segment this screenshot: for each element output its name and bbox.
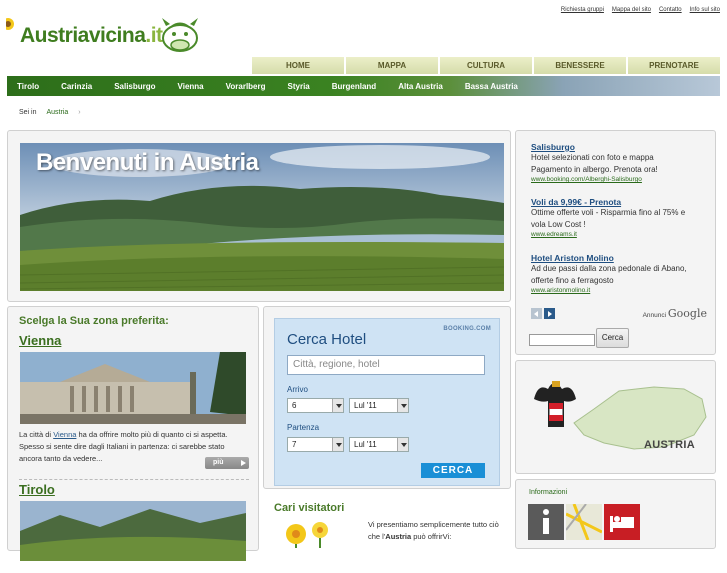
top-links: Richiesta gruppi Mappa del sito Contatto… [561, 7, 720, 13]
hotel-bed-icon[interactable] [604, 504, 640, 540]
zone-divider [19, 479, 249, 480]
hotel-search-title: Cerca Hotel [287, 331, 367, 348]
vienna-more-button[interactable]: più [205, 457, 249, 469]
flower-icon [286, 522, 328, 548]
chevron-left-icon[interactable] [531, 308, 542, 319]
zones-panel: Scelga la Sua zona preferita: Vienna La … [7, 306, 259, 561]
region-bassa-austria[interactable]: Bassa Austria [465, 82, 518, 91]
chevron-right-icon[interactable] [544, 308, 555, 319]
vienna-link[interactable]: Vienna [53, 430, 76, 439]
breadcrumb-separator: › [78, 109, 81, 116]
zone-title-tirolo[interactable]: Tirolo [19, 482, 55, 497]
region-vorarlberg[interactable]: Vorarlberg [226, 82, 266, 91]
chevron-down-icon [332, 438, 343, 451]
austria-eagle-icon [534, 381, 576, 427]
region-salisburgo[interactable]: Salisburgo [114, 82, 155, 91]
departure-day-select[interactable]: 7 [287, 437, 344, 452]
region-alta-austria[interactable]: Alta Austria [398, 82, 443, 91]
nav-home[interactable]: HOME [252, 57, 344, 74]
hero-image: Benvenuti in Austria [20, 143, 504, 291]
ad-url[interactable]: www.edreams.it [531, 231, 711, 238]
nav-culture[interactable]: CULTURA [438, 57, 532, 74]
region-burgenland[interactable]: Burgenland [332, 82, 376, 91]
arrow-right-icon [241, 460, 246, 466]
nav-wellness[interactable]: BENESSERE [532, 57, 626, 74]
toplink-about[interactable]: Info sul sito [690, 7, 720, 13]
site-logo[interactable]: Austriavicina.it [6, 6, 206, 54]
hero-panel: Benvenuti in Austria [7, 130, 511, 302]
map-label: AUSTRIA [644, 439, 695, 451]
ads-panel: Salisburgo Hotel selezionati con foto e … [515, 130, 716, 355]
zone-title-vienna[interactable]: Vienna [19, 333, 61, 348]
arrival-month-select[interactable]: Lul '11 [349, 398, 409, 413]
region-nav: Tirolo Carinzia Salisburgo Vienna Vorarl… [7, 76, 720, 96]
region-styria[interactable]: Styria [288, 82, 310, 91]
tirolo-image[interactable] [20, 501, 246, 573]
ad-url[interactable]: www.aristonmolino.it [531, 287, 711, 294]
info-title: Informazioni [529, 489, 568, 496]
info-panel: Informazioni [515, 479, 716, 549]
breadcrumb: Sei in Austria › [19, 109, 81, 116]
chevron-down-icon [397, 438, 408, 451]
region-carinzia[interactable]: Carinzia [61, 82, 92, 91]
visitors-title: Cari visitatori [274, 502, 345, 514]
hero-title: Benvenuti in Austria [36, 149, 259, 176]
region-tirolo[interactable]: Tirolo [17, 82, 39, 91]
region-vienna[interactable]: Vienna [178, 82, 204, 91]
map-panel[interactable]: AUSTRIA [515, 360, 716, 474]
ad-title[interactable]: Hotel Ariston Molino [531, 253, 711, 263]
sunflower-icon [6, 18, 14, 30]
vienna-image[interactable] [20, 352, 246, 424]
ad-pager [531, 308, 555, 319]
ad-item[interactable]: Voli da 9,99€ - Prenota Ottime offerte v… [531, 197, 711, 238]
hotel-search-widget: Cerca Hotel BOOKING.COM Città, regione, … [274, 318, 500, 486]
ad-search-button[interactable]: Cerca [596, 328, 629, 348]
arrival-day-select[interactable]: 6 [287, 398, 344, 413]
visitors-text: Vi presentiamo semplicemente tutto ciò c… [368, 520, 499, 541]
booking-brand: BOOKING.COM [443, 326, 491, 332]
ad-title[interactable]: Voli da 9,99€ - Prenota [531, 197, 711, 207]
ad-title[interactable]: Salisburgo [531, 142, 711, 152]
info-icon[interactable] [528, 504, 564, 540]
ads-by-google[interactable]: Annunci Google [643, 307, 707, 320]
breadcrumb-label: Sei in [19, 109, 37, 116]
nav-map[interactable]: MAPPA [344, 57, 438, 74]
chevron-down-icon [332, 399, 343, 412]
toplink-group-request[interactable]: Richiesta gruppi [561, 7, 604, 13]
destination-input[interactable]: Città, regione, hotel [287, 355, 485, 375]
hotel-search-button[interactable]: CERCA [421, 463, 485, 478]
logo-main: Austriavicina [20, 24, 146, 47]
zones-heading: Scelga la Sua zona preferita: [19, 315, 169, 327]
booking-panel: Cerca Hotel BOOKING.COM Città, regione, … [263, 306, 511, 489]
ad-item[interactable]: Salisburgo Hotel selezionati con foto e … [531, 142, 711, 183]
cow-icon [162, 18, 198, 52]
nav-book[interactable]: PRENOTARE [626, 57, 720, 74]
austria-map [534, 381, 707, 450]
toplink-contact[interactable]: Contatto [659, 7, 682, 13]
main-nav: HOME MAPPA CULTURA BENESSERE PRENOTARE [252, 57, 720, 74]
ad-url[interactable]: www.booking.com/Alberghi-Salisburgo [531, 176, 711, 183]
ad-search-input[interactable] [529, 334, 595, 346]
chevron-down-icon [397, 399, 408, 412]
departure-label: Partenza [287, 423, 320, 432]
ad-item[interactable]: Hotel Ariston Molino Ad due passi dalla … [531, 253, 711, 294]
map-icon[interactable] [566, 504, 602, 540]
arrival-label: Arrivo [287, 385, 308, 394]
breadcrumb-austria[interactable]: Austria [46, 109, 68, 116]
toplink-sitemap[interactable]: Mappa del sito [612, 7, 651, 13]
departure-month-select[interactable]: Lul '11 [349, 437, 409, 452]
